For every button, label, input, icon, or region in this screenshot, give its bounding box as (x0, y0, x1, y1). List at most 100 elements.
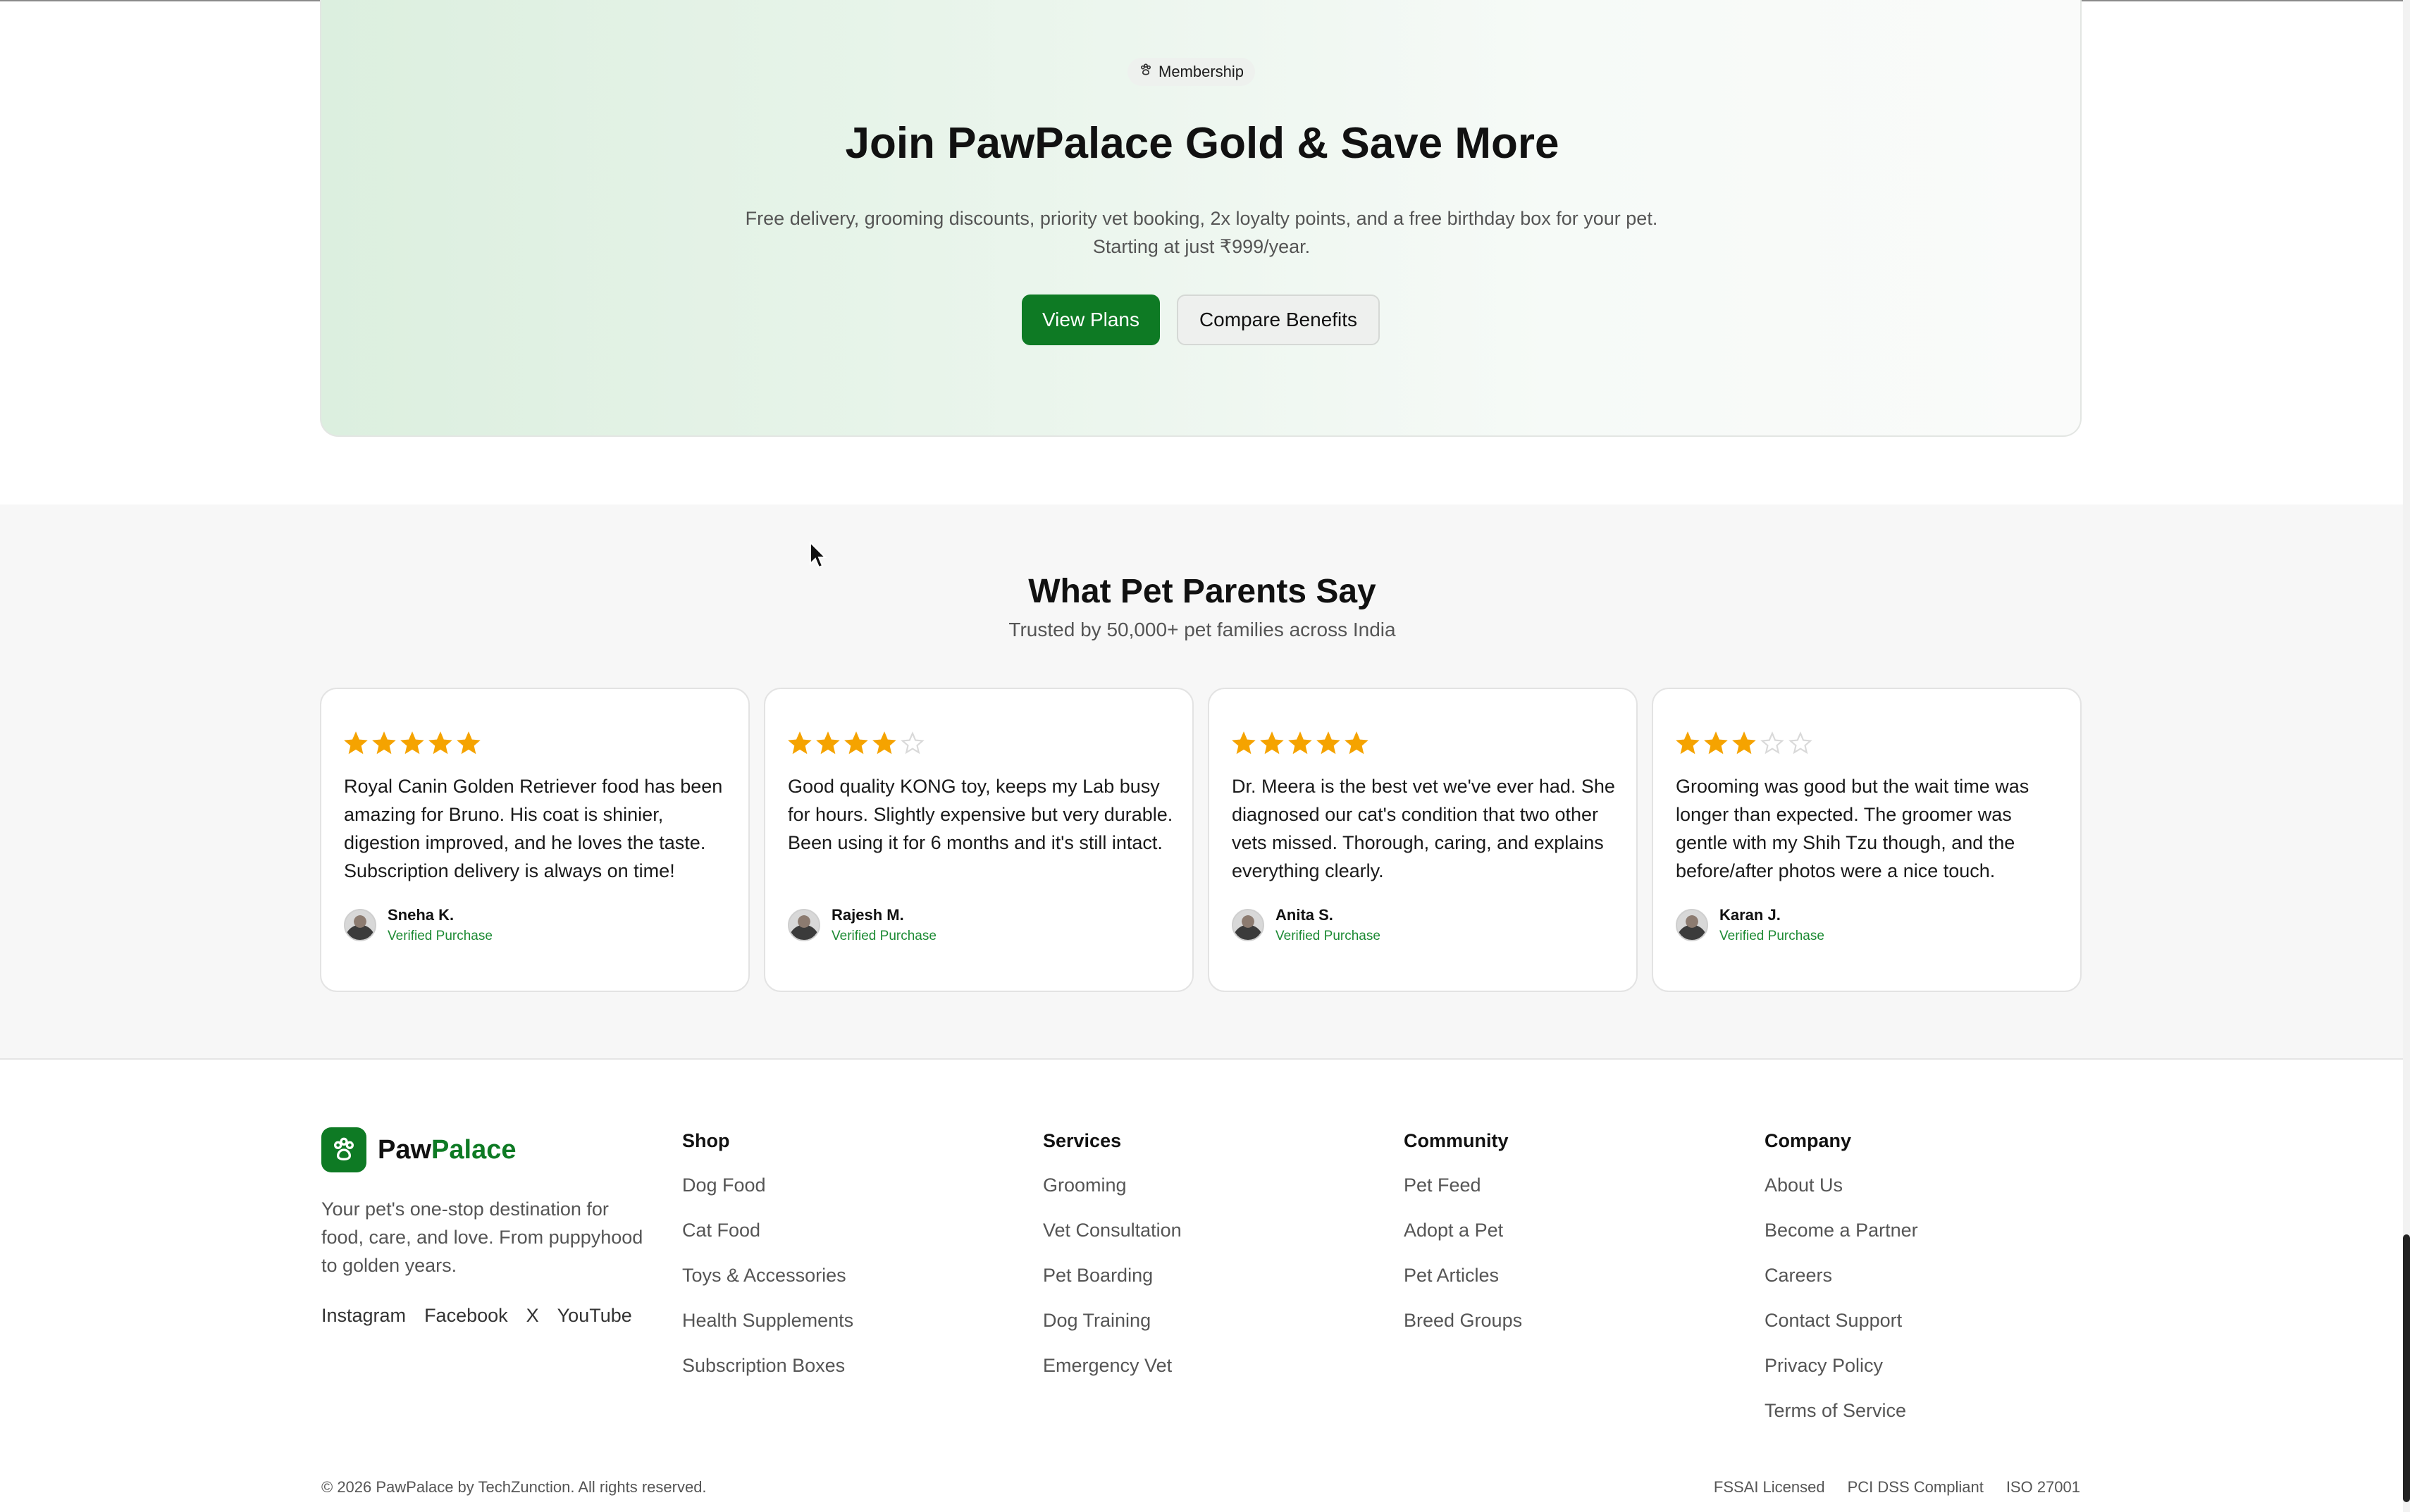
review-text: Royal Canin Golden Retriever food has be… (344, 776, 723, 881)
verified-badge: Verified Purchase (832, 929, 937, 943)
review-card: Royal Canin Golden Retriever food has be… (320, 688, 750, 992)
scrollbar-thumb[interactable] (2403, 1234, 2410, 1502)
author-name: Karan J. (1719, 906, 1781, 924)
footer-column-title: Services (1043, 1130, 1122, 1151)
footer-link[interactable]: Terms of Service (1765, 1399, 1918, 1423)
footer-link[interactable]: Cat Food (682, 1218, 853, 1242)
review-text: Good quality KONG toy, keeps my Lab busy… (788, 776, 1173, 853)
star-filled-icon (400, 731, 424, 755)
star-rating (344, 731, 481, 755)
review-text: Grooming was good but the wait time was … (1676, 776, 2029, 881)
star-filled-icon (372, 731, 396, 755)
reviews-subtitle: Trusted by 50,000+ pet families across I… (1008, 619, 1396, 640)
star-filled-icon (844, 731, 868, 755)
footer-link[interactable]: Dog Food (682, 1173, 853, 1197)
star-filled-icon (1288, 731, 1312, 755)
reviews-title: What Pet Parents Say (1028, 573, 1376, 610)
star-filled-icon (344, 731, 368, 755)
star-filled-icon (428, 731, 452, 755)
footer-link[interactable]: About Us (1765, 1173, 1918, 1197)
social-links: Instagram Facebook X YouTube (321, 1305, 632, 1327)
review-author: Karan J. Verified Purchase (1676, 906, 1824, 944)
footer-logo[interactable]: PawPalace (321, 1127, 517, 1172)
author-name: Anita S. (1275, 906, 1333, 924)
star-empty-icon (901, 731, 925, 755)
star-filled-icon (816, 731, 840, 755)
star-filled-icon (1704, 731, 1728, 755)
star-rating (1232, 731, 1368, 755)
footer-link[interactable]: Health Supplements (682, 1308, 853, 1332)
compliance-pci: PCI DSS Compliant (1847, 1478, 1984, 1496)
footer-column-community: Community Pet Feed Adopt a Pet Pet Articles… (1404, 1130, 1522, 1353)
footer-link[interactable]: Subscription Boxes (682, 1353, 853, 1377)
review-text: Dr. Meera is the best vet we've ever had… (1232, 776, 1615, 881)
compare-benefits-button[interactable]: Compare Benefits (1177, 295, 1380, 345)
membership-badge: Membership (1127, 58, 1256, 86)
review-author: Anita S. Verified Purchase (1232, 906, 1380, 944)
mouse-cursor-icon (810, 541, 827, 569)
compliance-fssai: FSSAI Licensed (1713, 1478, 1825, 1496)
verified-badge: Verified Purchase (1275, 929, 1380, 943)
star-empty-icon (1760, 731, 1784, 755)
footer-column-title: Shop (682, 1130, 730, 1151)
star-filled-icon (872, 731, 896, 755)
star-filled-icon (1316, 731, 1340, 755)
review-card: Grooming was good but the wait time was … (1652, 688, 2082, 992)
review-card: Dr. Meera is the best vet we've ever had… (1208, 688, 1638, 992)
footer-column-title: Community (1404, 1130, 1509, 1151)
footer-link[interactable]: Privacy Policy (1765, 1353, 1918, 1377)
review-card: Good quality KONG toy, keeps my Lab busy… (764, 688, 1194, 992)
membership-title: Join PawPalace Gold & Save More (845, 119, 1559, 168)
avatar (788, 909, 820, 941)
compliance-iso: ISO 27001 (2006, 1478, 2080, 1496)
footer-column-services: Services Grooming Vet Consultation Pet Boar… (1043, 1130, 1182, 1399)
brand-name: PawPalace (378, 1134, 517, 1165)
star-filled-icon (457, 731, 481, 755)
footer-column-shop: Shop Dog Food Cat Food Toys & Accessories He… (682, 1130, 853, 1399)
star-rating (788, 731, 925, 755)
footer-link[interactable]: Toys & Accessories (682, 1263, 853, 1287)
author-name: Rajesh M. (832, 906, 904, 924)
footer-link[interactable]: Careers (1765, 1263, 1918, 1287)
footer-link[interactable]: Emergency Vet (1043, 1353, 1182, 1377)
footer-link[interactable]: Pet Articles (1404, 1263, 1522, 1287)
author-name: Sneha K. (388, 906, 455, 924)
social-link-facebook[interactable]: Facebook (424, 1305, 508, 1327)
avatar (1676, 909, 1708, 941)
footer-link[interactable]: Adopt a Pet (1404, 1218, 1522, 1242)
footer-link[interactable]: Breed Groups (1404, 1308, 1522, 1332)
pawpalace-logo-icon (321, 1127, 366, 1172)
star-filled-icon (1260, 731, 1284, 755)
star-filled-icon (788, 731, 812, 755)
footer-column-company: Company About Us Become a Partner Careers Co… (1765, 1130, 1918, 1444)
star-rating (1676, 731, 1812, 755)
star-empty-icon (1788, 731, 1812, 755)
avatar (1232, 909, 1264, 941)
star-filled-icon (1345, 731, 1368, 755)
social-link-x[interactable]: X (526, 1305, 539, 1327)
footer-description: Your pet's one-stop destination for food… (321, 1198, 643, 1276)
footer-link[interactable]: Pet Boarding (1043, 1263, 1182, 1287)
membership-badge-label: Membership (1158, 63, 1244, 80)
footer-link[interactable]: Grooming (1043, 1173, 1182, 1197)
social-link-youtube[interactable]: YouTube (557, 1305, 632, 1327)
avatar (344, 909, 376, 941)
social-link-instagram[interactable]: Instagram (321, 1305, 406, 1327)
footer-link[interactable]: Pet Feed (1404, 1173, 1522, 1197)
footer-link[interactable]: Vet Consultation (1043, 1218, 1182, 1242)
review-author: Sneha K. Verified Purchase (344, 906, 493, 944)
verified-badge: Verified Purchase (388, 929, 493, 943)
footer-column-title: Company (1765, 1130, 1852, 1151)
view-plans-button[interactable]: View Plans (1022, 295, 1160, 345)
star-filled-icon (1232, 731, 1256, 755)
footer-link[interactable]: Become a Partner (1765, 1218, 1918, 1242)
review-author: Rajesh M. Verified Purchase (788, 906, 937, 944)
star-filled-icon (1732, 731, 1756, 755)
membership-description: Free delivery, grooming discounts, prior… (745, 208, 1658, 257)
footer-link[interactable]: Dog Training (1043, 1308, 1182, 1332)
star-filled-icon (1676, 731, 1700, 755)
compliance-badges: FSSAI Licensed PCI DSS Compliant ISO 270… (1714, 1478, 2080, 1496)
paw-icon (1139, 63, 1153, 81)
footer-link[interactable]: Contact Support (1765, 1308, 1918, 1332)
copyright: © 2026 PawPalace by TechZunction. All ri… (321, 1478, 707, 1496)
